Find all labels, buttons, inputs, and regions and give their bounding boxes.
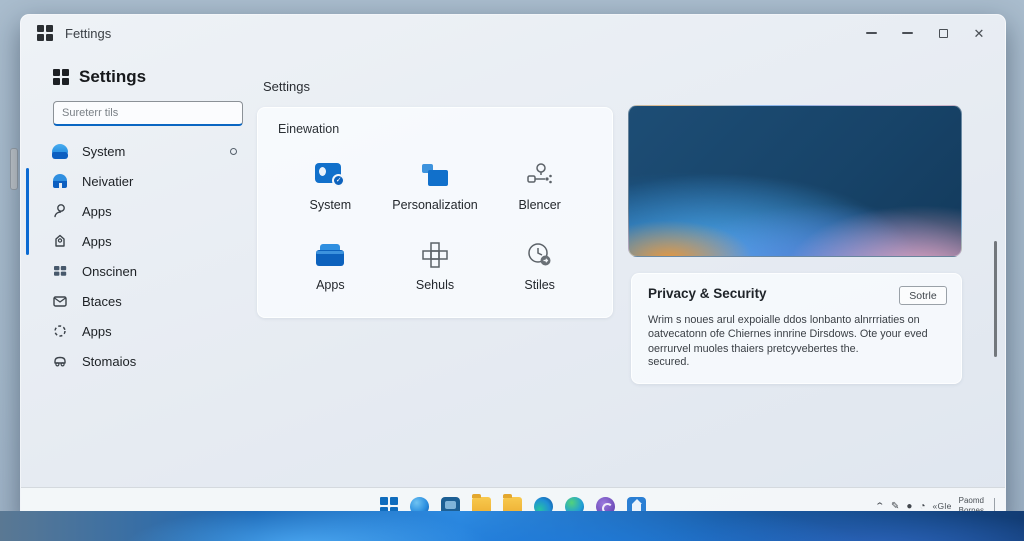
grid-squares-icon: [51, 262, 69, 280]
close-button[interactable]: ✕: [961, 15, 997, 51]
sidebar: Settings System Neivatier: [26, 67, 251, 376]
window-controls: ✕: [853, 15, 1005, 51]
selection-accent-bar: [26, 168, 29, 255]
tile-stiles[interactable]: Stiles: [487, 226, 592, 292]
sidebar-item-label: Apps: [82, 323, 112, 339]
sidebar-item-label: Neivatier: [82, 173, 134, 189]
tile-label: Stiles: [524, 278, 555, 292]
clock-badge-icon: [525, 238, 555, 272]
vertical-scrollbar[interactable]: [994, 241, 997, 357]
settings-app-icon: [53, 69, 69, 85]
titlebar: Fettings ✕: [21, 15, 1005, 51]
network-globe-icon[interactable]: ◔: [919, 501, 925, 512]
sidebar-item-neivatier[interactable]: Neivatier: [35, 166, 251, 196]
settings-tiles-card: Einewation ✓ System Personalization Blen…: [257, 107, 613, 318]
status-ring-icon: [230, 147, 237, 155]
tile-label: System: [309, 198, 352, 212]
tile-label: Blencer: [518, 198, 561, 212]
window-title: Fettings: [65, 25, 112, 41]
tile-label: Personalization: [392, 198, 478, 212]
privacy-card-body-2: secured.: [648, 356, 690, 369]
sidebar-item-stomaios[interactable]: Stomaios: [35, 346, 251, 376]
sidebar-item-apps-3[interactable]: Apps: [35, 316, 251, 346]
privacy-security-card: Privacy & Security Sotrle Wrim s noues a…: [631, 273, 962, 384]
tile-label: Apps: [316, 278, 345, 292]
mail-icon: [51, 292, 69, 310]
tile-sehuls[interactable]: Sehuls: [383, 226, 488, 292]
sidebar-item-onscinen[interactable]: Onscinen: [35, 256, 251, 286]
tiles-grid: ✓ System Personalization Blencer Apps Se…: [278, 146, 592, 292]
sidebar-item-label: Onscinen: [82, 263, 137, 279]
tiles-card-title: Einewation: [278, 122, 340, 136]
device-icon: [51, 352, 69, 370]
sidebar-item-label: Apps: [82, 203, 112, 219]
privacy-card-button[interactable]: Sotrle: [899, 286, 947, 305]
maximize-button[interactable]: [925, 15, 961, 51]
minimize-button[interactable]: [853, 15, 889, 51]
tile-label: Sehuls: [415, 278, 455, 292]
sidebar-item-label: Btaces: [82, 293, 122, 309]
system-icon: [51, 142, 69, 160]
tag-icon: [51, 232, 69, 250]
tray-dot-icon[interactable]: ●: [906, 501, 912, 512]
pen-icon[interactable]: ✎: [891, 501, 899, 512]
sidebar-item-btaces[interactable]: Btaces: [35, 286, 251, 316]
privacy-card-title: Privacy & Security: [648, 286, 767, 301]
person-icon: [51, 202, 69, 220]
tile-system[interactable]: ✓ System: [278, 146, 383, 212]
tile-apps[interactable]: Apps: [278, 226, 383, 292]
desktop-wallpaper-strip: [0, 511, 1024, 541]
laptop-check-icon: ✓: [315, 158, 346, 192]
devices-link-icon: [525, 158, 555, 192]
sidebar-nav: System Neivatier Apps Apps Onscinen Btac…: [26, 136, 251, 376]
minimize-button-2[interactable]: [889, 15, 925, 51]
tray-chevron-icon[interactable]: ⌃: [875, 501, 886, 512]
desktop-edge-scroll-tab[interactable]: [10, 148, 18, 190]
briefcase-icon: [316, 238, 345, 272]
settings-window: Fettings ✕ Settings System: [20, 14, 1006, 525]
monitor-icon: [421, 158, 448, 192]
search-input[interactable]: [53, 101, 243, 126]
sidebar-header: Settings: [35, 67, 251, 87]
sidebar-item-label: Apps: [82, 233, 112, 249]
language-indicator[interactable]: «Gle: [932, 501, 951, 511]
windows-bloom-hero-image: [628, 105, 962, 257]
sidebar-item-label: Stomaios: [82, 353, 137, 369]
home-icon: [51, 172, 69, 190]
clock-line-1: Paomd: [958, 496, 984, 505]
sidebar-title: Settings: [79, 67, 147, 86]
privacy-card-body: Wrim s noues arul expoialle ddos lonbant…: [648, 314, 928, 355]
sidebar-item-apps-1[interactable]: Apps: [35, 196, 251, 226]
tile-blencer[interactable]: Blencer: [487, 146, 592, 212]
tile-personalization[interactable]: Personalization: [383, 146, 488, 212]
grid-icon: [421, 238, 449, 272]
sidebar-item-system[interactable]: System: [35, 136, 251, 166]
sidebar-item-apps-2[interactable]: Apps: [35, 226, 251, 256]
dashed-gear-icon: [51, 322, 69, 340]
page-title: Settings: [263, 79, 310, 94]
sidebar-item-label: System: [82, 143, 126, 159]
windows-logo-icon: [37, 25, 53, 41]
